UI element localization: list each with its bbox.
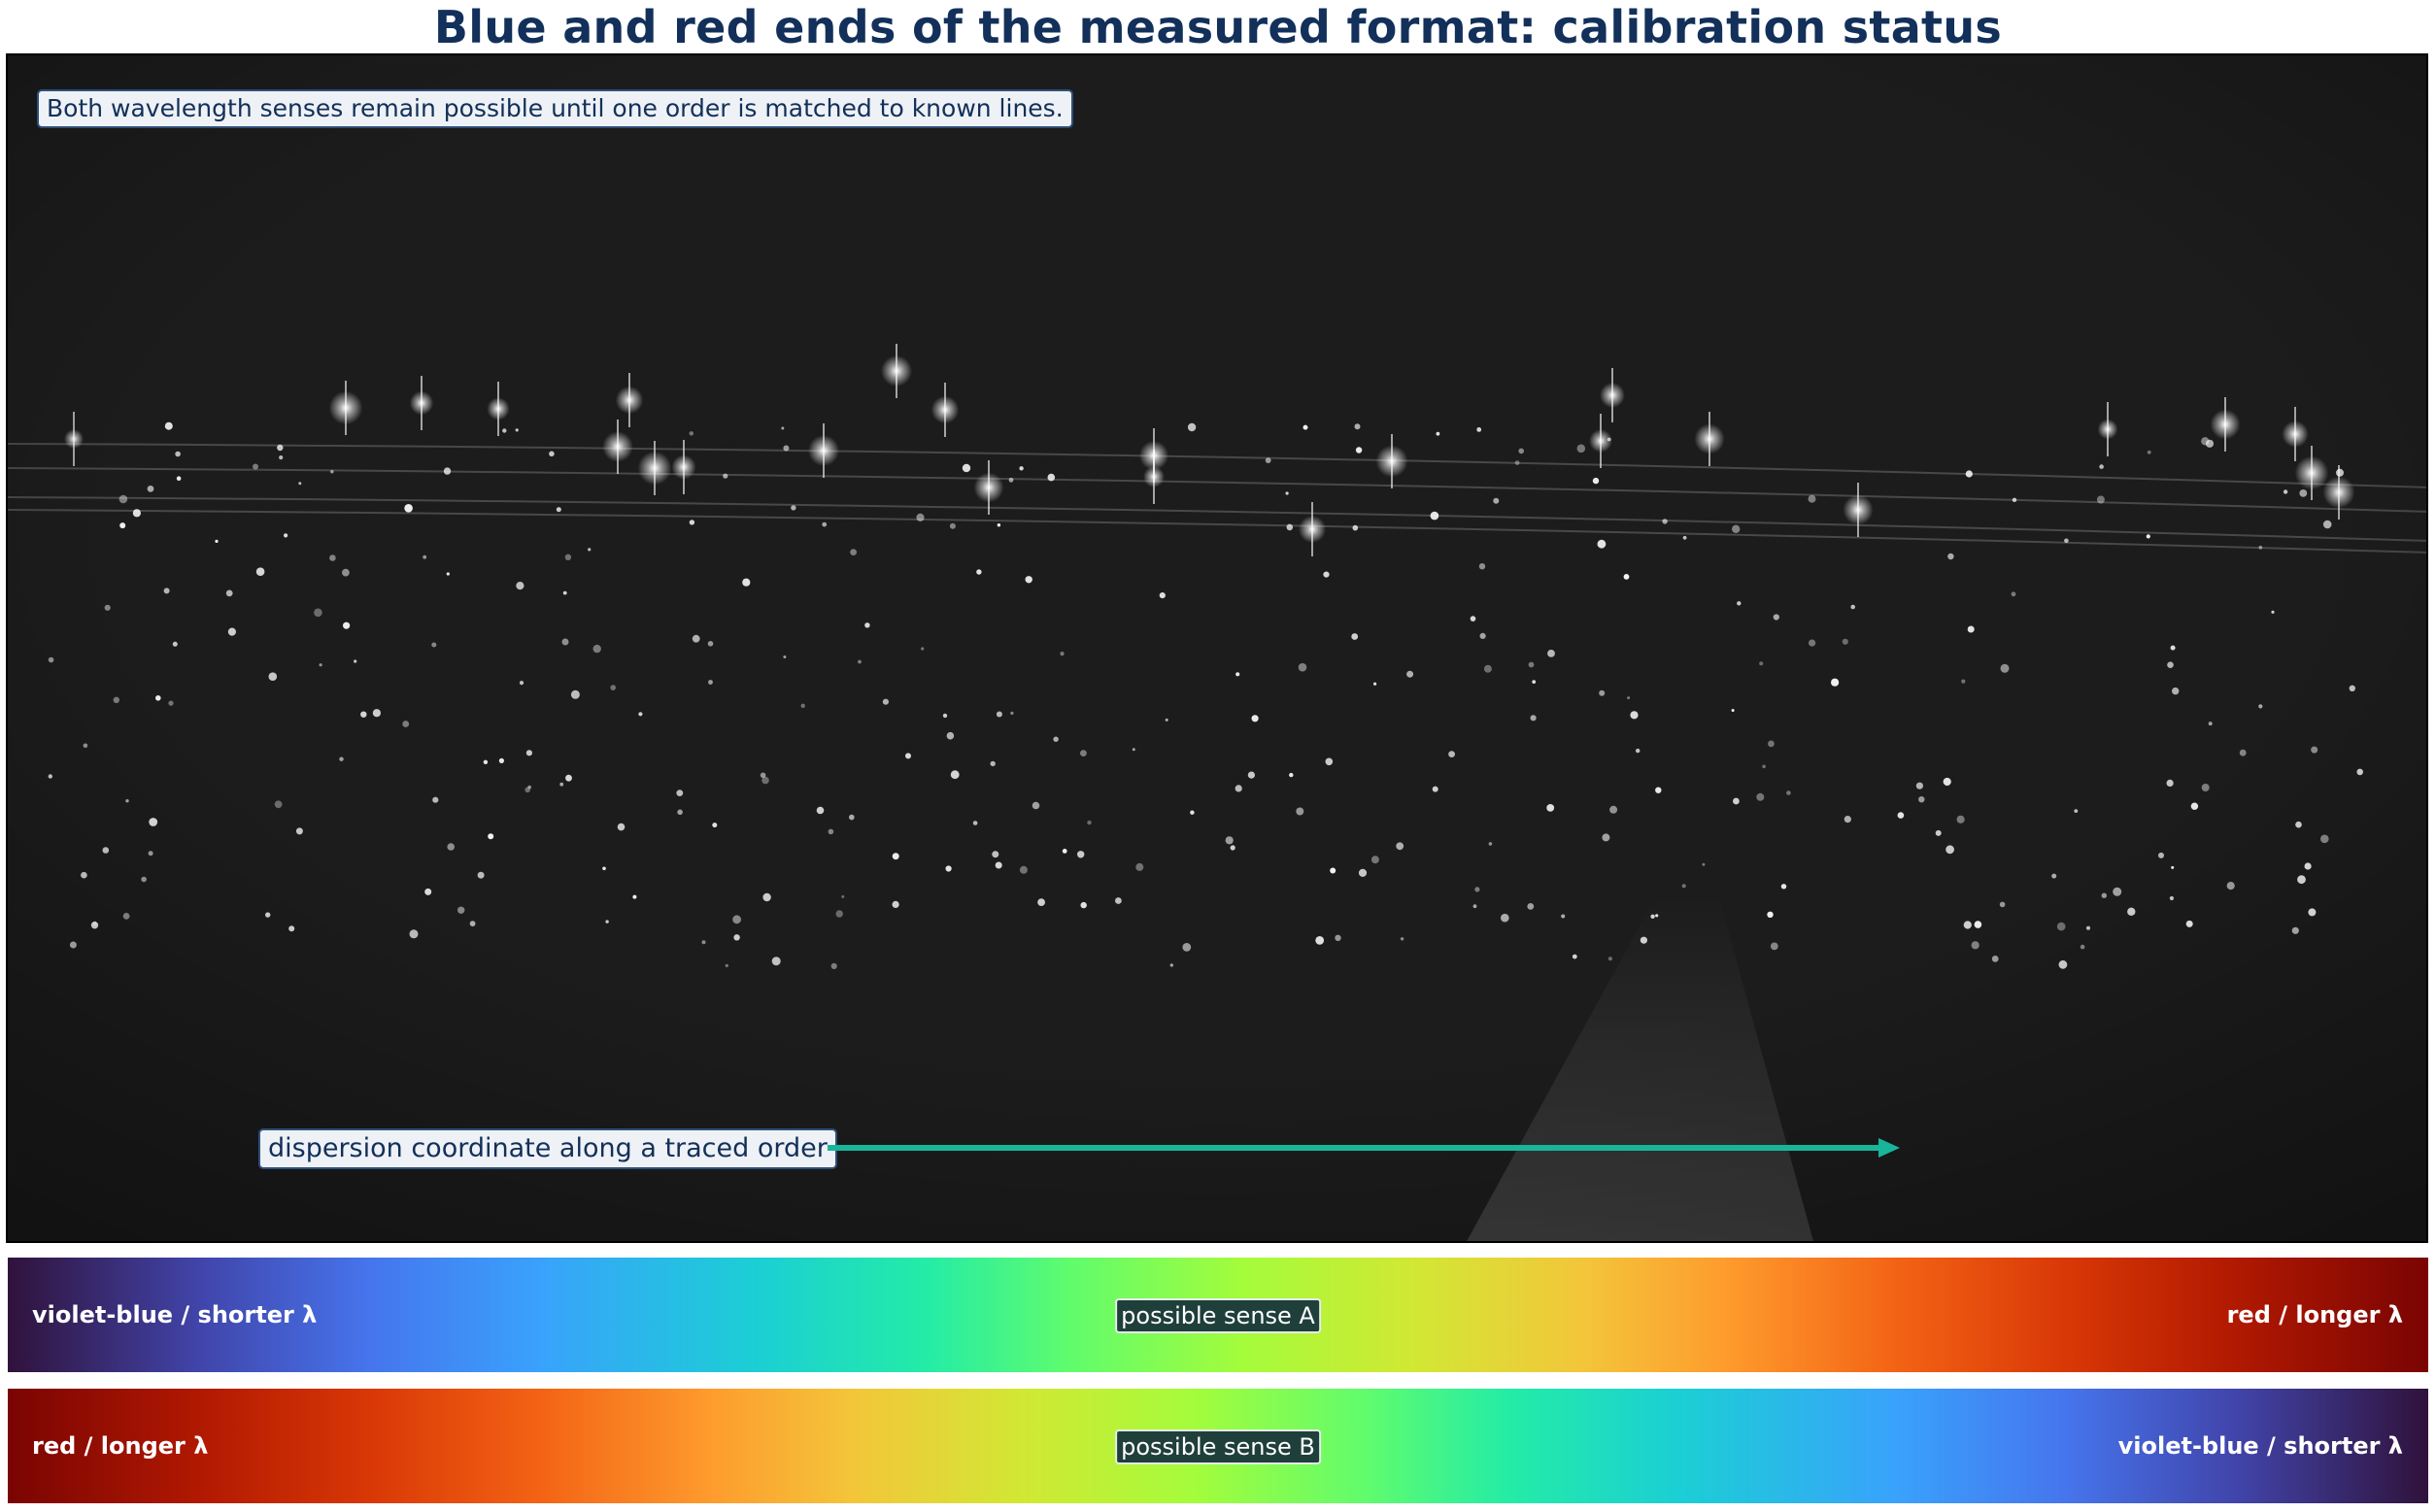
- sense-b-band: red / longer λ possible sense B violet-b…: [8, 1389, 2428, 1503]
- dispersion-arrow-head: [1878, 1138, 1900, 1158]
- sense-a-band: violet-blue / shorter λ possible sense A…: [8, 1258, 2428, 1372]
- spectrum-image-drawing: [8, 55, 2426, 1241]
- dispersion-axis-label: dispersion coordinate along a traced ord…: [258, 1128, 837, 1169]
- dispersion-arrow: [828, 1145, 1882, 1151]
- sense-b-right-label: violet-blue / shorter λ: [2117, 1432, 2403, 1460]
- page-title: Blue and red ends of the measured format…: [433, 1, 2003, 53]
- sense-a-right-label: red / longer λ: [2226, 1301, 2403, 1328]
- sense-a-left-label: violet-blue / shorter λ: [32, 1301, 318, 1328]
- sense-a-label: possible sense A: [1115, 1298, 1321, 1333]
- sense-b-label: possible sense B: [1115, 1429, 1321, 1464]
- spectrum-image: [6, 53, 2428, 1243]
- sense-b-left-label: red / longer λ: [32, 1432, 209, 1460]
- calibration-note: Both wavelength senses remain possible u…: [37, 89, 1073, 128]
